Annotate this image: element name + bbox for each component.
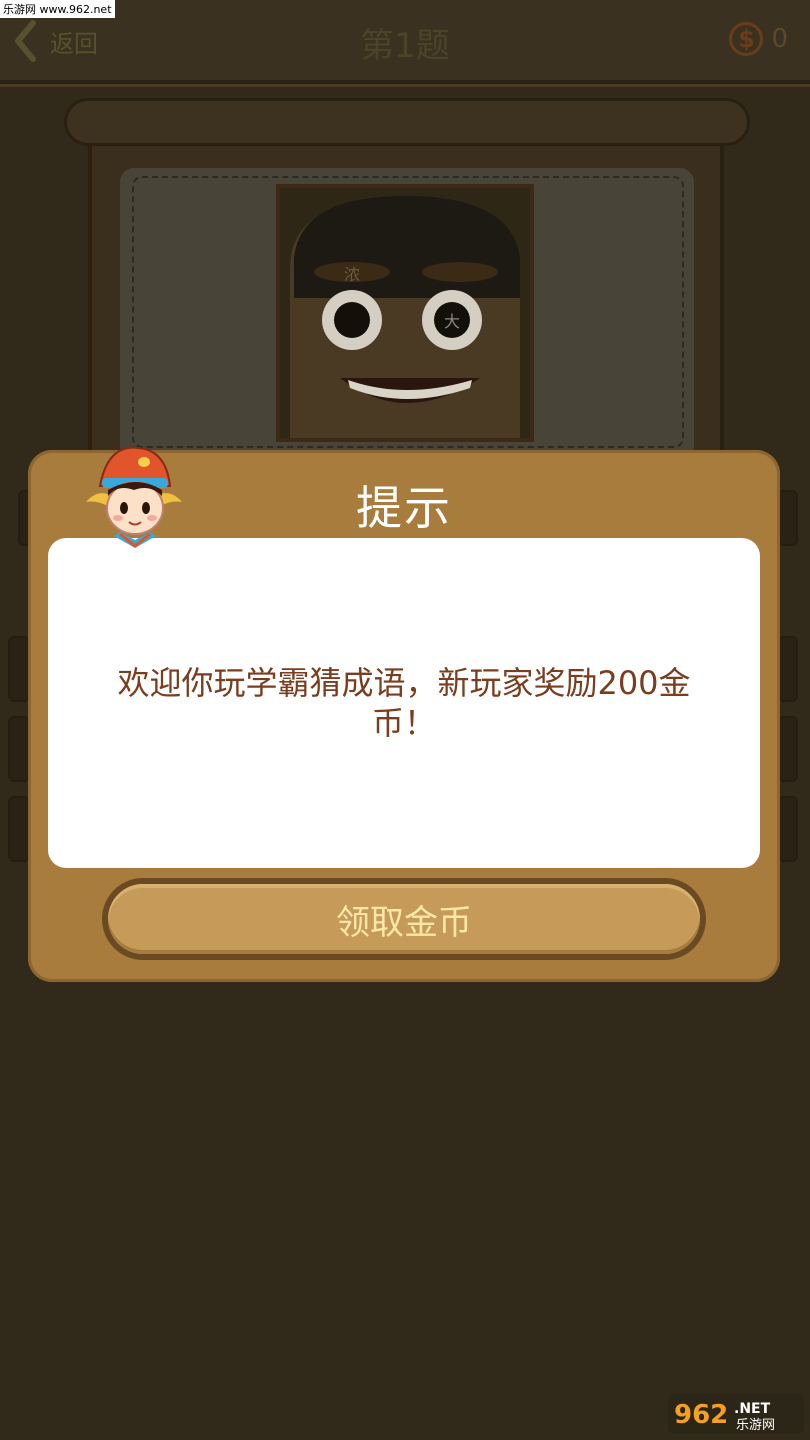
watermark-top: 乐游网 www.962.net bbox=[0, 0, 115, 18]
claim-coins-button-face[interactable]: 领取金币 bbox=[108, 884, 700, 954]
claim-coins-button[interactable]: 领取金币 bbox=[102, 878, 706, 960]
dialog-message: 欢迎你玩学霸猜成语，新玩家奖励200金币！ bbox=[117, 664, 691, 742]
svg-text:乐游网: 乐游网 bbox=[736, 1418, 775, 1433]
dialog-body: 欢迎你玩学霸猜成语，新玩家奖励200金币！ bbox=[48, 538, 760, 868]
svg-text:962: 962 bbox=[674, 1400, 728, 1430]
claim-coins-label: 领取金币 bbox=[336, 902, 472, 943]
watermark-logo: 962 .NET 乐游网 bbox=[668, 1394, 804, 1434]
mascot-icon bbox=[86, 446, 182, 548]
svg-text:.NET: .NET bbox=[734, 1401, 771, 1417]
